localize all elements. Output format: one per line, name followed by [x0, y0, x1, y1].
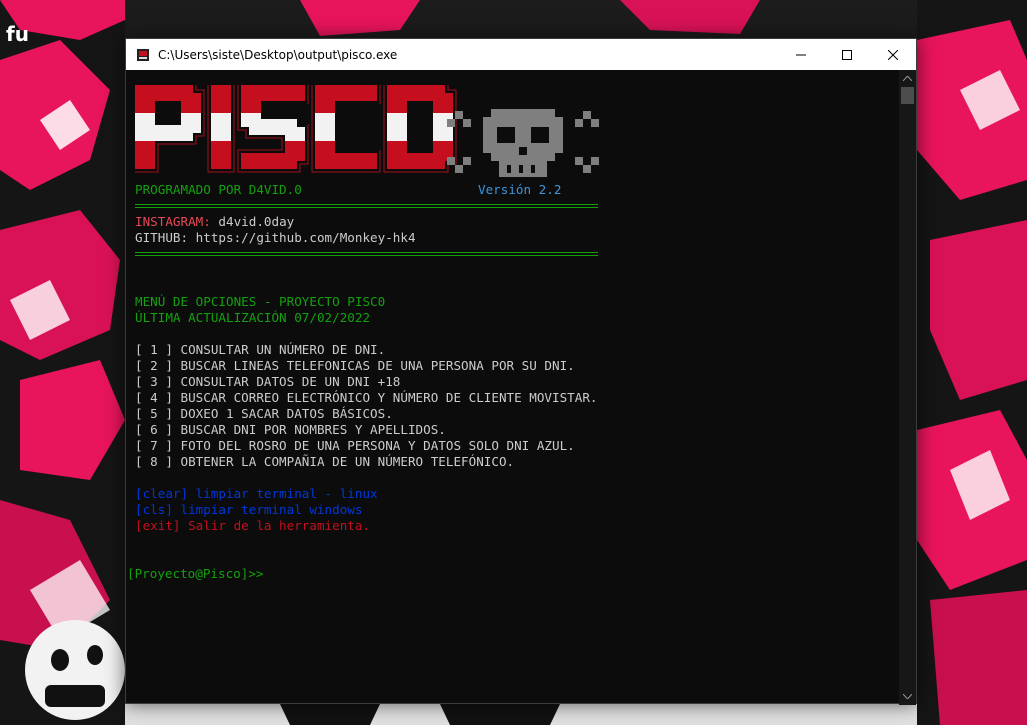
last-update: ÚLTIMA ACTUALIZACIÓN 07/02/2022 — [135, 310, 371, 325]
console-window[interactable]: C:\Users\siste\Desktop\output\pisco.exe — [125, 38, 917, 705]
version-label: Versión 2.2 — [478, 182, 562, 197]
close-button[interactable] — [870, 39, 916, 70]
menu-option: [ 8 ] OBTENER LA COMPAÑIA DE UN NÚMERO T… — [135, 454, 515, 469]
minimize-button[interactable] — [778, 39, 824, 70]
divider-bottom — [135, 252, 598, 256]
chevron-down-icon — [903, 694, 912, 699]
pisco-logo — [135, 85, 599, 177]
scroll-thumb[interactable] — [901, 87, 914, 104]
menu-option: [ 5 ] DOXEO 1 SACAR DATOS BÁSICOS. — [135, 406, 393, 421]
app-icon — [136, 48, 150, 62]
command-exit: [exit] Salir de la herramienta. — [135, 518, 371, 533]
instagram-value: d4vid.0day — [218, 214, 295, 229]
command-cls: [cls] limpiar terminal windows — [135, 502, 363, 517]
scroll-up-button[interactable] — [899, 70, 916, 87]
divider-top — [135, 204, 598, 208]
command-clear: [clear] limpiar terminal - linux — [135, 486, 378, 501]
programmer-credit: PROGRAMADO POR D4VID.0 — [135, 182, 302, 197]
instagram-label: INSTAGRAM: — [135, 214, 211, 229]
chevron-up-icon — [903, 76, 912, 81]
title-bar[interactable]: C:\Users\siste\Desktop\output\pisco.exe — [126, 39, 916, 70]
command-prompt[interactable]: [Proyecto@Pisco]>> — [127, 566, 263, 582]
menu-option: [ 4 ] BUSCAR CORREO ELECTRÓNICO Y NÚMERO… — [135, 390, 598, 405]
github-line: GITHUB: https://github.com/Monkey-hk4 — [135, 230, 416, 245]
scroll-down-button[interactable] — [899, 688, 916, 705]
desktop-label: fu — [6, 22, 29, 46]
window-title: C:\Users\siste\Desktop\output\pisco.exe — [158, 47, 398, 62]
maximize-icon — [842, 49, 852, 60]
menu-option: [ 3 ] CONSULTAR DATOS DE UN DNI +18 — [135, 374, 401, 389]
maximize-button[interactable] — [824, 39, 870, 70]
menu-option: [ 2 ] BUSCAR LINEAS TELEFONICAS DE UNA P… — [135, 358, 575, 373]
menu-option: [ 7 ] FOTO DEL ROSRO DE UNA PERSONA Y DA… — [135, 438, 575, 453]
instagram-line: INSTAGRAM: d4vid.0day — [135, 214, 294, 230]
menu-header: MENÚ DE OPCIONES - PROYECTO PISC0 — [135, 294, 386, 309]
menu-option: [ 1 ] CONSULTAR UN NÚMERO DE DNI. — [135, 342, 386, 357]
vertical-scrollbar[interactable] — [899, 70, 916, 705]
menu-option: [ 6 ] BUSCAR DNI POR NOMBRES Y APELLIDOS… — [135, 422, 446, 437]
console-output[interactable]: PROGRAMADO POR D4VID.0 Versión 2.2 INSTA… — [126, 70, 900, 705]
close-icon — [888, 49, 898, 60]
minimize-icon — [796, 54, 806, 55]
